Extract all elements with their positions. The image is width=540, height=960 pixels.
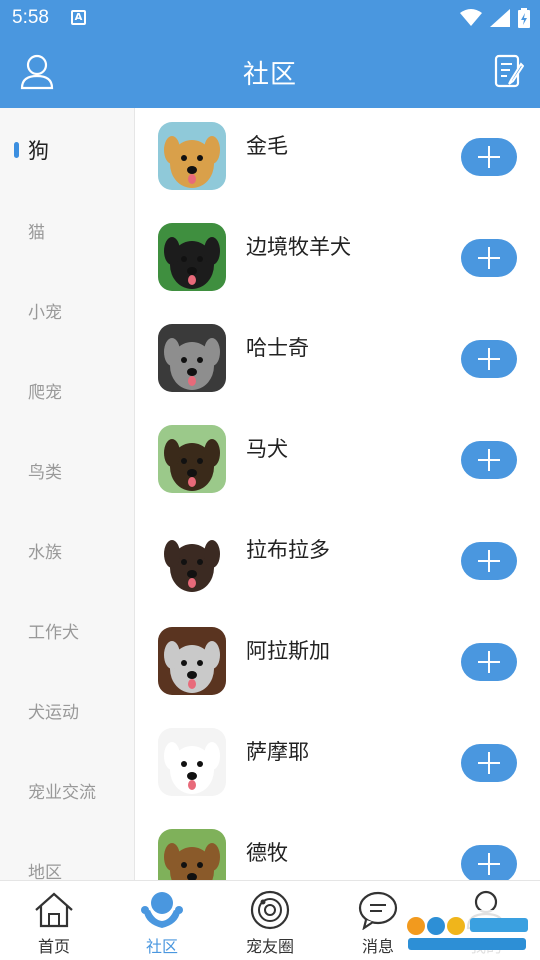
category-label: 工作犬 [28, 623, 79, 643]
join-button[interactable] [461, 643, 517, 681]
list-item[interactable]: 萨摩耶 [136, 714, 540, 815]
breed-name: 拉布拉多 [246, 538, 330, 562]
dog-photo-icon [158, 728, 226, 796]
category-label: 猫 [28, 223, 45, 243]
breed-thumbnail [158, 829, 226, 880]
breed-thumbnail [158, 122, 226, 190]
category-reptiles[interactable]: 爬宠 [0, 370, 134, 410]
list-item[interactable]: 阿拉斯加 [136, 613, 540, 714]
join-button[interactable] [461, 138, 517, 176]
circle-icon [250, 890, 290, 930]
edit-post-icon[interactable] [494, 54, 524, 88]
breed-thumbnail [158, 728, 226, 796]
dog-photo-icon [158, 425, 226, 493]
list-item[interactable]: 哈士奇 [136, 310, 540, 411]
list-item[interactable]: 边境牧羊犬 [136, 209, 540, 310]
breed-thumbnail [158, 223, 226, 291]
join-button[interactable] [461, 239, 517, 277]
category-birds[interactable]: 鸟类 [0, 450, 134, 490]
system-icons [460, 8, 530, 28]
join-button[interactable] [461, 744, 517, 782]
active-indicator [14, 142, 19, 158]
category-sidebar: 狗 猫 小宠 爬宠 鸟类 水族 工作犬 犬运动 宠业交流 地区 [0, 108, 135, 880]
breed-thumbnail [158, 627, 226, 695]
category-label: 犬运动 [28, 703, 79, 723]
breed-thumbnail [158, 526, 226, 594]
breed-name: 萨摩耶 [246, 740, 309, 764]
nav-label: 社区 [145, 937, 178, 956]
category-aquatic[interactable]: 水族 [0, 530, 134, 570]
dog-photo-icon [158, 324, 226, 392]
category-region[interactable]: 地区 [0, 850, 134, 880]
breed-name: 德牧 [246, 841, 288, 865]
notification-a-icon: A [71, 10, 86, 25]
message-icon [358, 891, 398, 930]
category-label: 宠业交流 [28, 783, 96, 803]
category-label: 地区 [28, 863, 62, 880]
app-header: 社区 [0, 36, 540, 108]
community-icon [141, 892, 183, 928]
nav-label: 宠友圈 [245, 937, 294, 956]
dog-photo-icon [158, 829, 226, 880]
breed-name: 哈士奇 [246, 336, 309, 360]
breed-thumbnail [158, 324, 226, 392]
battery-icon [518, 8, 530, 28]
dog-photo-icon [158, 223, 226, 291]
list-item[interactable]: 拉布拉多 [136, 512, 540, 613]
watermark-logo [402, 910, 532, 954]
breed-list: 金毛边境牧羊犬哈士奇马犬拉布拉多阿拉斯加萨摩耶德牧 [136, 108, 540, 880]
category-dog-sports[interactable]: 犬运动 [0, 690, 134, 730]
category-dog[interactable]: 狗 [0, 130, 134, 170]
join-button[interactable] [461, 340, 517, 378]
category-label: 爬宠 [28, 383, 62, 403]
category-working-dogs[interactable]: 工作犬 [0, 610, 134, 650]
nav-label: 首页 [37, 937, 70, 956]
join-button[interactable] [461, 845, 517, 880]
dog-photo-icon [158, 526, 226, 594]
status-bar: 5:58 A [0, 0, 540, 36]
category-industry-exchange[interactable]: 宠业交流 [0, 770, 134, 810]
dog-photo-icon [158, 122, 226, 190]
breed-thumbnail [158, 425, 226, 493]
signal-icon [490, 9, 510, 27]
category-label: 小宠 [28, 303, 62, 323]
dog-photo-icon [158, 627, 226, 695]
category-label: 水族 [28, 543, 62, 563]
breed-name: 边境牧羊犬 [246, 235, 351, 259]
category-label: 鸟类 [28, 463, 62, 483]
page-title: 社区 [242, 60, 297, 90]
join-button[interactable] [461, 542, 517, 580]
list-item[interactable]: 德牧 [136, 815, 540, 880]
list-item[interactable]: 金毛 [136, 108, 540, 209]
join-button[interactable] [461, 441, 517, 479]
status-time: 5:58 [12, 7, 49, 28]
category-label: 狗 [28, 139, 49, 163]
breed-name: 阿拉斯加 [246, 639, 330, 663]
category-cat[interactable]: 猫 [0, 210, 134, 250]
nav-pet-circle[interactable]: 宠友圈 [216, 881, 324, 960]
wifi-icon [460, 9, 482, 26]
breed-name: 金毛 [246, 134, 288, 158]
list-item[interactable]: 马犬 [136, 411, 540, 512]
breed-name: 马犬 [246, 437, 288, 461]
nav-community[interactable]: 社区 [108, 881, 216, 960]
nav-home[interactable]: 首页 [0, 881, 108, 960]
home-icon [35, 892, 73, 928]
category-small-pets[interactable]: 小宠 [0, 290, 134, 330]
